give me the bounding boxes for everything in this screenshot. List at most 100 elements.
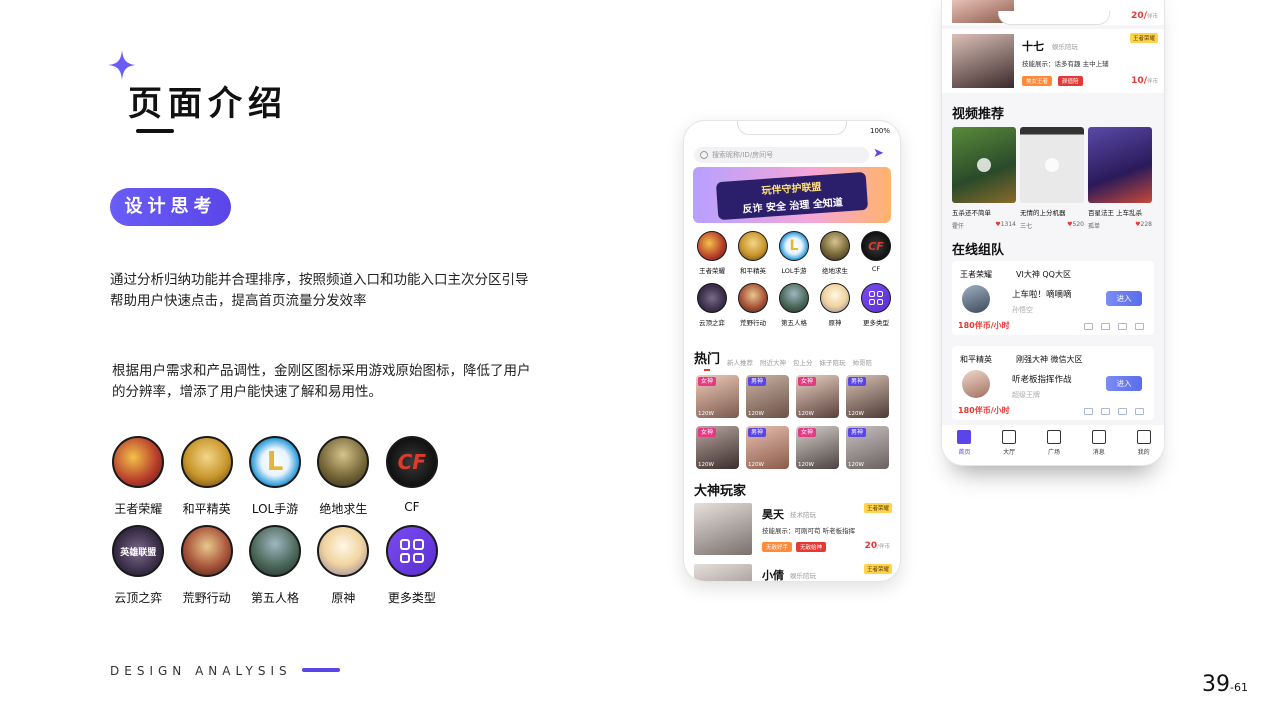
seat-icon [1118,408,1127,415]
tab-rank-up[interactable]: 包上分 [793,357,813,367]
player-tag: 美女王者 [1022,76,1053,86]
hot-card[interactable]: 女神 120W [796,426,839,469]
tab-profile[interactable]: 我的 [1129,430,1159,465]
tab-hall[interactable]: 大厅 [994,430,1024,465]
hot-card-tag: 男神 [748,377,767,386]
hot-card[interactable]: 男神 120W [846,375,889,418]
price-value: 20/ [1131,11,1147,21]
game-icon-grid: 王者荣耀 和平精英 L LOL手游 绝地求生 CF CF 英雄联盟 云顶之弈 荒… [110,436,440,614]
team-message: 上车啦！嘀嘀嘀 [1012,290,1072,300]
hot-grid: 女神 120W 男神 120W 女神 120W 男神 120W 女神 120W 男神 120… [696,375,891,469]
phone-game-wzry[interactable]: 王者荣耀 [694,231,730,275]
phone-game-jdqs[interactable]: 绝地求生 [817,231,853,275]
phone-game-label: 绝地求生 [822,267,848,275]
tab-nearby[interactable]: 附近大神 [760,357,786,367]
phone-game-label: 更多类型 [863,319,889,327]
player-tags: 美女王者 颜值陪 [1022,76,1083,86]
game-label: 王者荣耀 [114,502,163,516]
team-card[interactable]: 王者荣耀 VI大神 QQ大区 上车啦！嘀嘀嘀 孙悟空 进入 180伴币/小时 [952,261,1154,335]
hot-card[interactable]: 女神 120W [696,375,739,418]
phone-game-hyxd[interactable]: 荒野行动 [735,283,771,327]
search-input[interactable]: 搜索昵称/ID/房间号 [694,147,869,163]
hot-card-views: 120W [748,411,764,417]
design-analysis-bar [302,668,340,672]
video-card[interactable]: 百星法王 上车乱杀 孤单 ♥228 [1088,127,1152,230]
play-icon [977,158,991,172]
dwrg-icon [779,283,809,313]
wzry-icon [112,436,165,488]
team-user: 孙悟空 [1012,306,1033,314]
game-label: 和平精英 [182,502,231,516]
tab-boys[interactable]: 帅哥陪 [853,357,873,367]
hot-card[interactable]: 男神 120W [746,426,789,469]
video-likes: ♥520 [1067,221,1084,230]
player-skill: 技能展示：可刚可苟 听老板指挥 [762,527,856,535]
tab-hot[interactable]: 热门 [694,348,720,371]
title-underline [136,129,174,133]
player-card[interactable]: 小倩 娱乐陪玩 王者荣耀 [694,564,892,581]
player-skill: 技能展示：话多有趣 主中上辅 [1022,60,1109,68]
phone-game-ydzy[interactable]: 云顶之弈 [694,283,730,327]
design-thinking-tag: 设计思考 [110,188,231,226]
game-item-hpjy[interactable]: 和平精英 [178,436,234,517]
price-unit: 伴币 [1146,79,1158,85]
game-badge: 王者荣耀 [863,564,892,574]
team-section-title: 在线组队 [952,243,1005,258]
team-room: VI大神 QQ大区 [1016,270,1071,279]
phone-game-ys[interactable]: 原神 [817,283,853,327]
player-photo [694,503,752,555]
player-price: 10/伴币 [1131,76,1158,86]
player-card[interactable]: 昊天 技术陪玩 王者荣耀 技能展示：可刚可苟 听老板指挥 无敌好手 无敌给神 2… [694,503,892,559]
promo-banner[interactable]: 玩伴守护联盟 反诈 安全 治理 全知道 [693,167,891,223]
phone-game-cf[interactable]: CF CF [858,231,894,275]
ys-icon [317,525,370,577]
phone-game-dwrg[interactable]: 第五人格 [776,283,812,327]
tab-girls[interactable]: 妹子陪玩 [820,357,846,367]
join-button[interactable]: 进入 [1106,376,1142,391]
video-card[interactable]: 无情的上分机器 三七 ♥520 [1020,127,1084,230]
phone-game-more[interactable]: 更多类型 [858,283,894,327]
phone-game-hpjy[interactable]: 和平精英 [735,231,771,275]
game-item-more[interactable]: 更多类型 [384,525,440,606]
tab-label: 消息 [1092,449,1105,456]
game-item-ys[interactable]: 原神 [315,525,371,606]
send-icon[interactable]: ➤ [873,147,889,161]
game-item-hyxd[interactable]: 荒野行动 [178,525,234,606]
hot-card[interactable]: 男神 120W [846,426,889,469]
partial-player-card[interactable]: 20/伴币 [942,0,1164,25]
player-tags: 无敌好手 无敌给神 [762,542,827,552]
join-button[interactable]: 进入 [1106,291,1142,306]
hot-card-tag: 女神 [798,377,817,386]
tab-home[interactable]: 首页 [949,430,979,465]
hot-card-views: 120W [848,462,864,468]
tab-label: 我的 [1137,449,1150,456]
player-tag: 无敌给神 [796,542,827,552]
game-item-dwrg[interactable]: 第五人格 [247,525,303,606]
phone-game-label: 和平精英 [740,267,766,275]
hot-card[interactable]: 女神 120W [796,375,839,418]
more-grid-icon [861,283,891,313]
phone-game-label: 荒野行动 [740,319,766,327]
hot-card[interactable]: 男神 120W [746,375,789,418]
game-item-ydzy[interactable]: 英雄联盟 云顶之弈 [110,525,166,606]
team-card[interactable]: 和平精英 刚强大神 微信大区 听老板指挥作战 超级王牌 进入 180伴币/小时 [952,346,1154,420]
game-item-cf[interactable]: CF CF [384,436,440,517]
game-item-wzry[interactable]: 王者荣耀 [110,436,166,517]
game-item-jdqs[interactable]: 绝地求生 [315,436,371,517]
search-icon [700,151,708,159]
tab-new[interactable]: 新人推荐 [727,357,753,367]
player-card[interactable]: 十七 娱乐陪玩 王者荣耀 技能展示：话多有趣 主中上辅 美女王者 颜值陪 10/… [942,29,1164,93]
seat-icon [1084,408,1093,415]
video-card[interactable]: 五杀还不简单 霍仟 ♥1314 [952,127,1016,230]
phone-game-grid: 王者荣耀 和平精英 L LOL手游 绝地求生 CF CF 云顶之弈 荒野行动 第五人… [694,231,894,335]
tab-square[interactable]: 广场 [1039,430,1069,465]
description-paragraph-1: 通过分析归纳功能并合理排序，按照频道入口和功能入口主次分区引导帮助用户快速点击，… [110,272,529,309]
tab-messages[interactable]: 消息 [1084,430,1114,465]
game-item-lol[interactable]: L LOL手游 [247,436,303,517]
player-type: 技术陪玩 [790,511,816,519]
video-likes: ♥1314 [995,221,1016,230]
phone-game-lol[interactable]: L LOL手游 [776,231,812,275]
team-price: 180伴币/小时 [958,406,1010,415]
hot-card[interactable]: 女神 120W [696,426,739,469]
hot-card-tag: 男神 [748,428,767,437]
